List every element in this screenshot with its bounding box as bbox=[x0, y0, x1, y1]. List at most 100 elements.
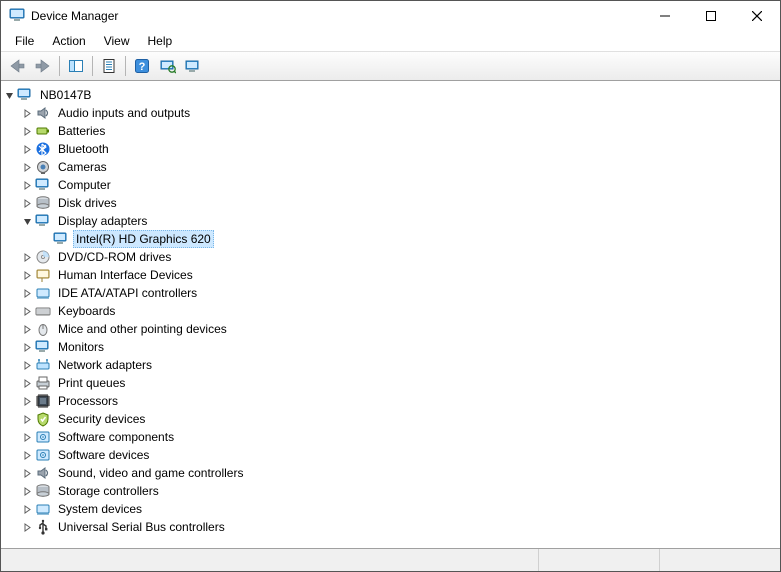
optical-icon bbox=[35, 249, 51, 265]
chevron-right-icon[interactable] bbox=[19, 141, 35, 157]
tree-node[interactable]: Cameras bbox=[1, 158, 780, 176]
tree-node-label[interactable]: DVD/CD-ROM drives bbox=[55, 248, 174, 266]
close-button[interactable] bbox=[734, 1, 780, 31]
tree-node-label[interactable]: Storage controllers bbox=[55, 482, 162, 500]
tree-node[interactable]: Universal Serial Bus controllers bbox=[1, 518, 780, 536]
forward-button[interactable] bbox=[31, 54, 55, 78]
tree-node-label[interactable]: Mice and other pointing devices bbox=[55, 320, 230, 338]
tree-node[interactable]: Computer bbox=[1, 176, 780, 194]
display-icon bbox=[35, 213, 51, 229]
tree-node-label[interactable]: Network adapters bbox=[55, 356, 155, 374]
chevron-right-icon[interactable] bbox=[19, 339, 35, 355]
chevron-right-icon[interactable] bbox=[19, 267, 35, 283]
tree-node-label[interactable]: Human Interface Devices bbox=[55, 266, 196, 284]
tree-node[interactable]: Security devices bbox=[1, 410, 780, 428]
tree-node[interactable]: Batteries bbox=[1, 122, 780, 140]
tree-node-label[interactable]: IDE ATA/ATAPI controllers bbox=[55, 284, 200, 302]
chevron-right-icon[interactable] bbox=[19, 501, 35, 517]
tree-node-label[interactable]: Sound, video and game controllers bbox=[55, 464, 246, 482]
chevron-right-icon[interactable] bbox=[19, 357, 35, 373]
tree-node[interactable]: Software devices bbox=[1, 446, 780, 464]
chevron-right-icon[interactable] bbox=[19, 105, 35, 121]
tree-node-label[interactable]: Keyboards bbox=[55, 302, 118, 320]
tree-root-node[interactable]: NB0147B bbox=[1, 86, 780, 104]
chevron-right-icon[interactable] bbox=[19, 465, 35, 481]
window-controls bbox=[642, 1, 780, 31]
device-tree-panel[interactable]: NB0147BAudio inputs and outputsBatteries… bbox=[1, 81, 780, 548]
tree-node[interactable]: Human Interface Devices bbox=[1, 266, 780, 284]
twisty-none bbox=[37, 231, 53, 247]
tree-node[interactable]: Network adapters bbox=[1, 356, 780, 374]
tree-node-label[interactable]: Monitors bbox=[55, 338, 107, 356]
minimize-button[interactable] bbox=[642, 1, 688, 31]
chevron-right-icon[interactable] bbox=[19, 321, 35, 337]
titlebar[interactable]: Device Manager bbox=[1, 1, 780, 31]
tree-node-label[interactable]: Intel(R) HD Graphics 620 bbox=[73, 230, 214, 248]
maximize-button[interactable] bbox=[688, 1, 734, 31]
tree-node-label[interactable]: Batteries bbox=[55, 122, 108, 140]
tree-node[interactable]: Monitors bbox=[1, 338, 780, 356]
tree-node[interactable]: Storage controllers bbox=[1, 482, 780, 500]
show-hide-console-button[interactable] bbox=[64, 54, 88, 78]
chevron-right-icon[interactable] bbox=[19, 303, 35, 319]
tree-node[interactable]: IDE ATA/ATAPI controllers bbox=[1, 284, 780, 302]
tree-node-label[interactable]: Display adapters bbox=[55, 212, 150, 230]
tree-node[interactable]: Processors bbox=[1, 392, 780, 410]
tree-node-label[interactable]: System devices bbox=[55, 500, 145, 518]
tree-node-label[interactable]: Universal Serial Bus controllers bbox=[55, 518, 228, 536]
chevron-right-icon[interactable] bbox=[19, 285, 35, 301]
help-button[interactable]: ? bbox=[130, 54, 154, 78]
tree-node-label[interactable]: Software devices bbox=[55, 446, 152, 464]
tree-node-label[interactable]: Security devices bbox=[55, 410, 148, 428]
devices-by-type-button[interactable] bbox=[182, 54, 206, 78]
computer-root-icon bbox=[17, 87, 33, 103]
tree-node[interactable]: Print queues bbox=[1, 374, 780, 392]
back-button[interactable] bbox=[5, 54, 29, 78]
tree-node[interactable]: Display adapters bbox=[1, 212, 780, 230]
chevron-right-icon[interactable] bbox=[19, 483, 35, 499]
chevron-right-icon[interactable] bbox=[19, 393, 35, 409]
chevron-right-icon[interactable] bbox=[19, 411, 35, 427]
tree-node[interactable]: System devices bbox=[1, 500, 780, 518]
tree-node-label[interactable]: Computer bbox=[55, 176, 114, 194]
tree-node[interactable]: Mice and other pointing devices bbox=[1, 320, 780, 338]
tree-node-label[interactable]: Print queues bbox=[55, 374, 128, 392]
chevron-right-icon[interactable] bbox=[19, 177, 35, 193]
devices-icon bbox=[185, 58, 203, 74]
scan-hardware-button[interactable] bbox=[156, 54, 180, 78]
chevron-right-icon[interactable] bbox=[19, 447, 35, 463]
processor-icon bbox=[35, 393, 51, 409]
tree-node[interactable]: Bluetooth bbox=[1, 140, 780, 158]
tree-node[interactable]: Intel(R) HD Graphics 620 bbox=[1, 230, 780, 248]
tree-node[interactable]: DVD/CD-ROM drives bbox=[1, 248, 780, 266]
chevron-down-icon[interactable] bbox=[1, 87, 17, 103]
menu-help[interactable]: Help bbox=[140, 32, 181, 50]
tree-node-label[interactable]: Bluetooth bbox=[55, 140, 112, 158]
tree-node[interactable]: Sound, video and game controllers bbox=[1, 464, 780, 482]
menu-view[interactable]: View bbox=[96, 32, 138, 50]
chevron-right-icon[interactable] bbox=[19, 195, 35, 211]
tree-node-label[interactable]: Software components bbox=[55, 428, 177, 446]
tree-node-label[interactable]: NB0147B bbox=[37, 86, 94, 104]
device-manager-window: Device Manager File Action View Help bbox=[0, 0, 781, 572]
tree-node[interactable]: Audio inputs and outputs bbox=[1, 104, 780, 122]
tree-node-label[interactable]: Processors bbox=[55, 392, 121, 410]
chevron-right-icon[interactable] bbox=[19, 249, 35, 265]
properties-button[interactable] bbox=[97, 54, 121, 78]
menu-action[interactable]: Action bbox=[44, 32, 93, 50]
tree-node[interactable]: Disk drives bbox=[1, 194, 780, 212]
chevron-right-icon[interactable] bbox=[19, 123, 35, 139]
chevron-right-icon[interactable] bbox=[19, 375, 35, 391]
chevron-right-icon[interactable] bbox=[19, 519, 35, 535]
chevron-down-icon[interactable] bbox=[19, 213, 35, 229]
tree-node[interactable]: Software components bbox=[1, 428, 780, 446]
display-icon bbox=[53, 231, 69, 247]
tree-node-label[interactable]: Disk drives bbox=[55, 194, 120, 212]
tree-node[interactable]: Keyboards bbox=[1, 302, 780, 320]
chevron-right-icon[interactable] bbox=[19, 159, 35, 175]
device-tree[interactable]: NB0147BAudio inputs and outputsBatteries… bbox=[1, 86, 780, 536]
tree-node-label[interactable]: Cameras bbox=[55, 158, 110, 176]
tree-node-label[interactable]: Audio inputs and outputs bbox=[55, 104, 193, 122]
menu-file[interactable]: File bbox=[7, 32, 42, 50]
chevron-right-icon[interactable] bbox=[19, 429, 35, 445]
